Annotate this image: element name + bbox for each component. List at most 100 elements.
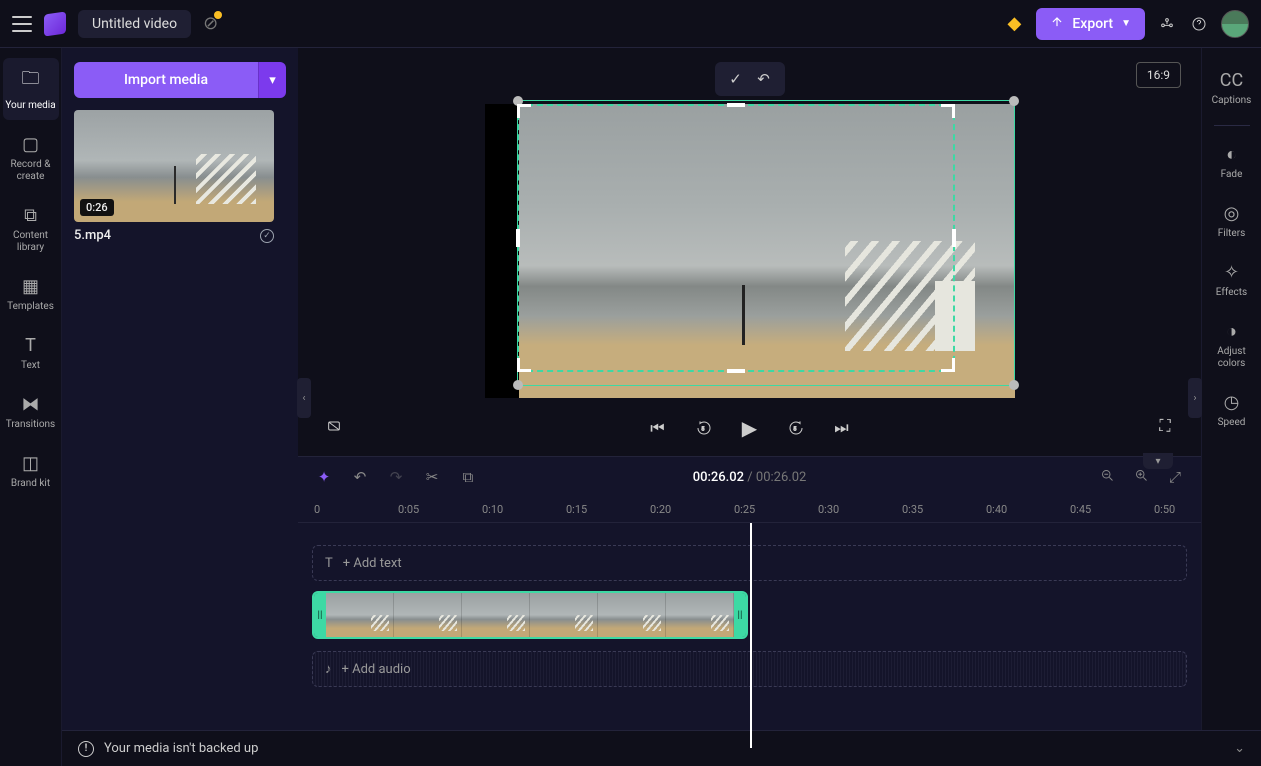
sidebar-item-label: Transitions [6, 419, 55, 431]
sidebar-item-captions[interactable]: CC Captions [1204, 62, 1260, 115]
duplicate-button[interactable]: ⧉ [458, 468, 478, 486]
fit-timeline-button[interactable]: ⤢ [1165, 468, 1185, 487]
transitions-icon: ⧓ [22, 394, 40, 415]
media-clip-item[interactable]: 0:26 5.mp4 ✓ [74, 110, 274, 243]
import-media-button[interactable]: Import media [74, 62, 258, 98]
total-time: / 00:26.02 [747, 470, 806, 485]
app-logo-icon[interactable] [44, 11, 66, 36]
sidebar-item-adjust-colors[interactable]: ◑ Adjust colors [1204, 313, 1260, 378]
confirm-crop-button[interactable]: ✓ [725, 68, 747, 90]
preview-area: ✓ ↶ 16:9 [298, 48, 1201, 456]
ruler-tick: 0:05 [398, 503, 419, 516]
sidebar-item-templates[interactable]: ▦ Templates [3, 268, 59, 321]
sidebar-item-brand-kit[interactable]: ◫ Brand kit [3, 445, 59, 498]
safe-zone-toggle[interactable] [322, 414, 346, 438]
sidebar-item-effects[interactable]: ✧ Effects [1204, 254, 1260, 307]
captions-icon: CC [1220, 70, 1243, 91]
sidebar-item-label: Your media [5, 100, 55, 112]
left-sidebar: 🗀 Your media ▢ Record & create ⧉ Content… [0, 48, 62, 766]
music-icon: ♪ [325, 661, 332, 677]
sidebar-item-label: Fade [1221, 169, 1243, 181]
sidebar-item-record[interactable]: ▢ Record & create [3, 126, 59, 191]
status-bar: ! Your media isn't backed up ⌄ [62, 730, 1261, 766]
menu-icon[interactable] [12, 16, 32, 32]
sidebar-item-label: Filters [1218, 228, 1246, 240]
clip-used-icon: ✓ [260, 229, 274, 243]
video-clip[interactable]: || || [312, 591, 748, 639]
skip-forward-button[interactable]: ⏭ [830, 416, 854, 440]
media-panel: Import media ▾ 0:26 5.mp4 ✓ [62, 48, 298, 766]
rewind-5-button[interactable]: 5 [692, 416, 716, 440]
duration-badge: 0:26 [80, 199, 114, 216]
premium-icon[interactable]: ◆ [1004, 14, 1024, 34]
notifications-icon[interactable]: ⊘ [203, 13, 218, 34]
sidebar-item-label: Text [21, 360, 40, 372]
brand-icon: ◫ [22, 453, 39, 474]
sidebar-item-transitions[interactable]: ⧓ Transitions [3, 386, 59, 439]
ruler-tick: 0:10 [482, 503, 503, 516]
sidebar-item-fade[interactable]: ◐ Fade [1204, 136, 1260, 189]
sidebar-item-label: Captions [1212, 95, 1252, 107]
speed-icon: ◷ [1224, 392, 1240, 413]
sidebar-item-label: Effects [1216, 287, 1247, 299]
current-time: 00:26.02 [693, 470, 744, 485]
upload-icon [1050, 15, 1064, 33]
sidebar-item-content-library[interactable]: ⧉ Content library [3, 197, 59, 262]
add-text-label: + Add text [343, 556, 402, 571]
backup-status-message: Your media isn't backed up [104, 741, 258, 756]
project-title[interactable]: Untitled video [78, 10, 191, 38]
ai-tools-button[interactable]: ✦ [314, 468, 334, 486]
reset-crop-button[interactable]: ↶ [753, 68, 775, 90]
templates-icon: ▦ [22, 276, 39, 297]
ruler-tick: 0:30 [818, 503, 839, 516]
text-icon: T [25, 335, 36, 356]
camera-icon: ▢ [22, 134, 39, 155]
fullscreen-button[interactable]: ⛶ [1153, 414, 1177, 438]
timeline-ruler[interactable]: 0 0:05 0:10 0:15 0:20 0:25 0:30 0:35 0:4… [298, 497, 1201, 523]
ruler-tick: 0:15 [566, 503, 587, 516]
export-button[interactable]: Export ▼ [1036, 8, 1145, 40]
library-icon: ⧉ [24, 205, 37, 226]
import-media-dropdown[interactable]: ▾ [258, 62, 286, 98]
sidebar-item-label: Adjust colors [1206, 346, 1258, 370]
sidebar-item-label: Speed [1218, 417, 1246, 429]
sidebar-item-label: Templates [7, 301, 54, 313]
collapse-timeline-button[interactable]: ▾ [1143, 453, 1173, 469]
zoom-in-button[interactable] [1131, 468, 1151, 487]
forward-5-button[interactable]: 5 [784, 416, 808, 440]
aspect-ratio-button[interactable]: 16:9 [1136, 62, 1181, 88]
svg-text:5: 5 [701, 427, 704, 433]
chevron-down-icon: ▼ [1121, 18, 1131, 29]
settings-icon[interactable] [1157, 14, 1177, 34]
timeline: ▾ ✦ ↶ ↷ ✂ ⧉ 00:26.02 / 00:26.02 [298, 456, 1201, 766]
warning-icon: ! [78, 741, 94, 757]
sidebar-item-your-media[interactable]: 🗀 Your media [3, 58, 59, 120]
adjust-colors-icon: ◑ [1226, 321, 1237, 342]
clip-handle-right[interactable]: || [734, 593, 746, 637]
preview-canvas[interactable] [485, 104, 1015, 398]
ruler-tick: 0:40 [986, 503, 1007, 516]
crop-toolbar: ✓ ↶ [715, 62, 785, 96]
playhead[interactable] [750, 523, 752, 748]
collapse-right-panel[interactable]: › [1188, 378, 1202, 418]
status-expand-button[interactable]: ⌄ [1234, 741, 1245, 756]
sidebar-item-filters[interactable]: ◎ Filters [1204, 195, 1260, 248]
sidebar-item-text[interactable]: T Text [3, 327, 59, 380]
sidebar-item-label: Brand kit [11, 478, 50, 490]
zoom-out-button[interactable] [1097, 468, 1117, 487]
split-button[interactable]: ✂ [422, 468, 442, 486]
filters-icon: ◎ [1224, 203, 1240, 224]
right-sidebar: CC Captions ◐ Fade ◎ Filters ✧ Effects ◑… [1201, 48, 1261, 766]
ruler-tick: 0:25 [734, 503, 755, 516]
clip-handle-left[interactable]: || [314, 593, 326, 637]
svg-text:5: 5 [793, 427, 796, 433]
export-label: Export [1072, 16, 1113, 32]
help-icon[interactable] [1189, 14, 1209, 34]
play-button[interactable]: ▶ [738, 416, 762, 440]
undo-button[interactable]: ↶ [350, 468, 370, 486]
ruler-tick: 0 [314, 503, 320, 516]
user-avatar[interactable] [1221, 10, 1249, 38]
sidebar-item-speed[interactable]: ◷ Speed [1204, 384, 1260, 437]
skip-back-button[interactable]: ⏮ [646, 416, 670, 440]
collapse-left-panel[interactable]: ‹ [297, 378, 311, 418]
